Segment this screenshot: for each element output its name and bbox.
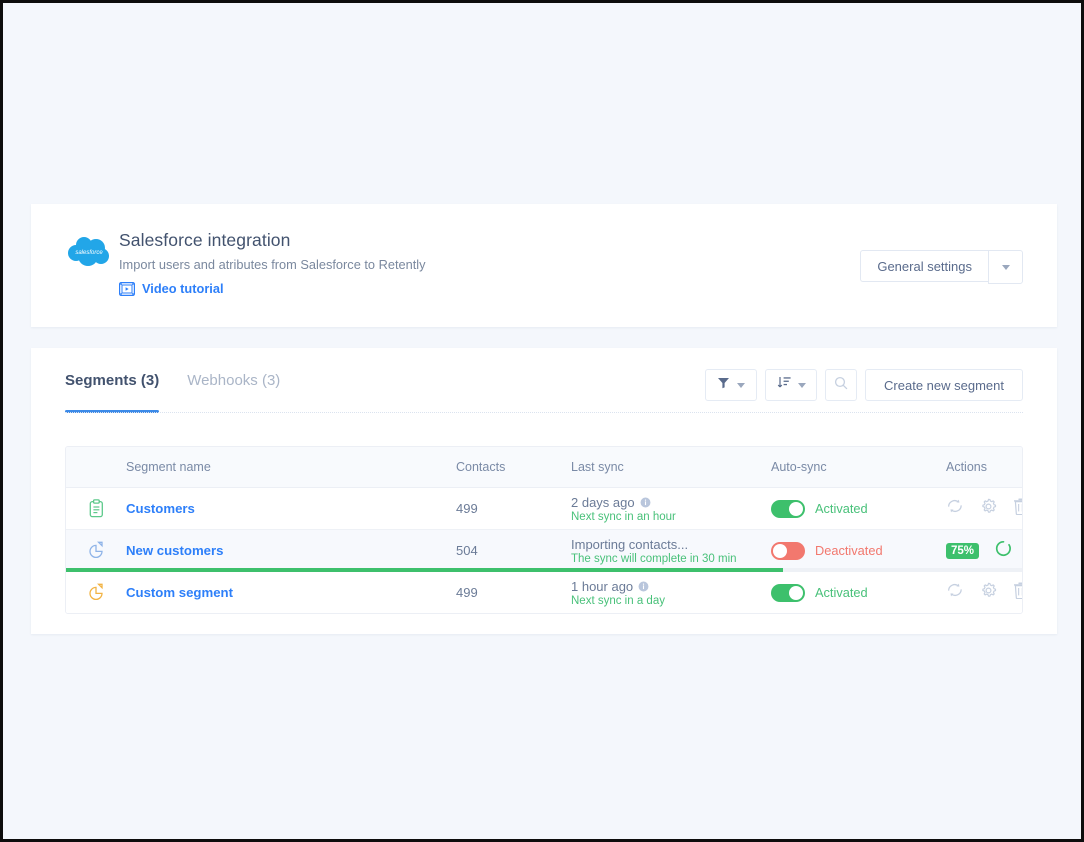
tab-segments[interactable]: Segments (3) [65, 372, 160, 413]
page-root: salesforce Salesforce integration Import… [3, 3, 1081, 839]
loading-spinner-icon [995, 540, 1012, 562]
segment-name-link[interactable]: Custom segment [126, 585, 233, 600]
gear-icon[interactable] [980, 498, 997, 520]
column-header-last-sync: Last sync [571, 460, 624, 474]
toggle-knob [789, 501, 803, 516]
tab-bar: Segments (3) Webhooks (3) [65, 372, 280, 413]
chevron-down-icon [797, 382, 806, 388]
next-sync-info: Next sync in an hour [571, 510, 676, 523]
row-actions [946, 498, 1022, 520]
search-button[interactable] [825, 369, 858, 401]
video-tutorial-label: Video tutorial [142, 281, 224, 296]
column-header-contacts: Contacts [456, 460, 506, 474]
create-new-segment-button[interactable]: Create new segment [865, 369, 1023, 401]
sync-refresh-icon[interactable] [946, 582, 964, 603]
auto-sync-state: Deactivated [815, 543, 883, 558]
table-row[interactable]: Customers 499 2 days ago Next sync in an… [66, 488, 1022, 530]
integration-header-card: salesforce Salesforce integration Import… [31, 204, 1057, 327]
auto-sync-toggle[interactable] [771, 499, 805, 518]
pie-chart-icon [66, 583, 126, 602]
table-toolbar: Create new segment [705, 369, 1023, 401]
gear-icon[interactable] [980, 582, 997, 604]
page-subtitle: Import users and atributes from Salesfor… [119, 257, 426, 272]
page-title: Salesforce integration [119, 230, 291, 250]
svg-text:salesforce: salesforce [75, 250, 103, 256]
search-icon [834, 376, 848, 395]
sync-progress-badge: 75% [946, 542, 980, 559]
info-icon[interactable] [640, 497, 651, 508]
filter-button[interactable] [705, 369, 758, 401]
segments-card: Segments (3) Webhooks (3) Create new seg… [31, 348, 1057, 634]
general-settings-group: General settings [860, 250, 1023, 284]
video-icon [119, 281, 135, 296]
table-row[interactable]: Custom segment 499 1 hour ago Next sync … [66, 572, 1022, 613]
row-actions [946, 582, 1022, 604]
sort-button[interactable] [765, 369, 818, 401]
contacts-count: 504 [456, 542, 478, 558]
filter-icon [717, 376, 730, 394]
toggle-knob [773, 543, 787, 558]
last-sync-time: 2 days ago [571, 494, 635, 510]
clipboard-icon [66, 499, 126, 518]
last-sync-time: 1 hour ago [571, 578, 634, 594]
contacts-count: 499 [456, 500, 478, 516]
auto-sync-state: Activated [815, 585, 868, 600]
last-sync-cell: 1 hour ago Next sync in a day [571, 579, 771, 607]
row-actions: 75% [946, 540, 1022, 562]
last-sync-cell: 2 days ago Next sync in an hour [571, 495, 771, 523]
info-icon[interactable] [638, 581, 649, 592]
table-row[interactable]: New customers 504 Importing contacts... … [66, 530, 1022, 572]
delete-icon[interactable] [1013, 498, 1022, 520]
sync-refresh-icon[interactable] [946, 498, 964, 519]
next-sync-info: The sync will complete in 30 min [571, 552, 737, 565]
pie-chart-icon [66, 541, 126, 560]
salesforce-logo-icon: salesforce [67, 234, 113, 268]
column-header-segment-name: Segment name [126, 460, 211, 474]
contacts-count: 499 [456, 584, 478, 600]
auto-sync-toggle[interactable] [771, 583, 805, 602]
table-header-row: Segment name Contacts Last sync Auto-syn… [66, 447, 1022, 488]
segment-name-link[interactable]: New customers [126, 543, 223, 558]
column-header-auto-sync: Auto-sync [771, 460, 827, 474]
next-sync-info: Next sync in a day [571, 594, 665, 607]
auto-sync-toggle[interactable] [771, 541, 805, 560]
auto-sync-state: Activated [815, 501, 868, 516]
tab-webhooks[interactable]: Webhooks (3) [187, 372, 280, 405]
delete-icon[interactable] [1013, 582, 1022, 604]
tab-divider [65, 412, 1023, 413]
last-sync-time: Importing contacts... [571, 536, 689, 552]
segments-table: Segment name Contacts Last sync Auto-syn… [65, 446, 1023, 614]
chevron-down-icon [737, 382, 746, 388]
column-header-actions: Actions [946, 460, 987, 474]
general-settings-button[interactable]: General settings [860, 250, 988, 282]
last-sync-cell: Importing contacts... The sync will comp… [571, 537, 771, 565]
sort-icon [777, 376, 791, 394]
chevron-down-icon [1001, 264, 1010, 270]
video-tutorial-link[interactable]: Video tutorial [119, 281, 224, 296]
general-settings-dropdown-button[interactable] [988, 250, 1023, 284]
segment-name-link[interactable]: Customers [126, 501, 195, 516]
toggle-knob [789, 585, 803, 600]
